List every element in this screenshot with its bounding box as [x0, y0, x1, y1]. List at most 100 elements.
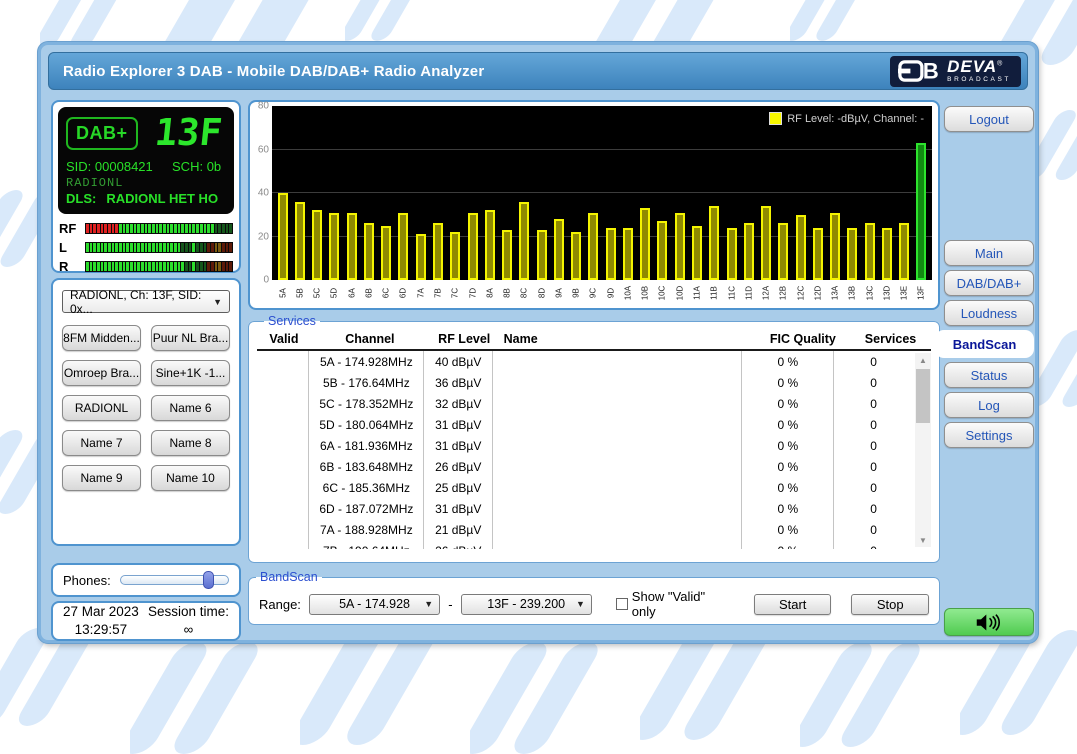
x-tick: 5C — [309, 280, 326, 306]
checkbox-box[interactable] — [616, 598, 628, 610]
meter-segment — [86, 224, 89, 233]
preset-button-1[interactable]: 8FM Midden... — [62, 325, 141, 351]
lcd-display: DAB+ 13F SID: 00008421 SCH: 0b RADIONL D… — [58, 107, 234, 214]
logout-button[interactable]: Logout — [944, 106, 1034, 132]
x-tick: 5A — [274, 280, 291, 306]
preset-button-3[interactable]: Omroep Bra... — [62, 360, 141, 386]
bar-slot — [516, 106, 533, 280]
show-valid-only-checkbox[interactable]: Show "Valid" only — [616, 589, 732, 619]
table-scrollbar[interactable]: ▲ ▼ — [915, 353, 931, 547]
cell-services: 0 — [834, 372, 913, 393]
deva-watermark-icon — [960, 630, 1077, 735]
service-row[interactable]: 6B - 183.648MHz26 dBµV0 %0 — [257, 456, 913, 477]
service-row[interactable]: 6D - 187.072MHz31 dBµV0 %0 — [257, 498, 913, 519]
scroll-up-icon[interactable]: ▲ — [915, 353, 931, 367]
phones-volume-slider[interactable] — [120, 575, 229, 585]
meter-segment — [178, 262, 181, 271]
session-time-value: ∞ — [148, 621, 229, 639]
meter-segment — [145, 262, 148, 271]
nav-log[interactable]: Log — [944, 392, 1034, 418]
meter-segment — [185, 224, 188, 233]
station-select[interactable]: RADIONL, Ch: 13F, SID: 0x... ▼ — [62, 290, 230, 313]
service-row[interactable]: 6C - 185.36MHz25 dBµV0 %0 — [257, 477, 913, 498]
bar-5B — [295, 202, 305, 280]
start-button[interactable]: Start — [754, 594, 832, 615]
bar-12B — [778, 223, 788, 280]
preset-button-4[interactable]: Sine+1K -1... — [151, 360, 230, 386]
x-tick-label: 9A — [554, 288, 563, 298]
audio-output-button[interactable] — [944, 608, 1034, 636]
preset-button-2[interactable]: Puur NL Bra... — [151, 325, 230, 351]
x-tick-label: 12D — [813, 286, 822, 301]
x-tick-label: 7C — [451, 288, 460, 298]
preset-button-6[interactable]: Name 6 — [151, 395, 230, 421]
x-tick-label: 9B — [572, 288, 581, 298]
nav-bandscan[interactable]: BandScan — [935, 330, 1034, 358]
bar-12D — [813, 228, 823, 280]
range-to-value: 13F - 239.200 — [487, 597, 565, 611]
meter-segment — [126, 224, 129, 233]
x-tick: 8B — [498, 280, 515, 306]
meter-segment — [108, 262, 111, 271]
meter-segment — [204, 243, 207, 252]
bar-5A — [278, 193, 288, 280]
cell-services: 0 — [834, 393, 913, 414]
meter-segment — [170, 262, 173, 271]
x-tick-label: 6B — [364, 288, 373, 298]
nav-settings[interactable]: Settings — [944, 422, 1034, 448]
datetime-panel: 27 Mar 2023 13:29:57 Session time: ∞ — [51, 601, 241, 641]
bar-slot — [568, 106, 585, 280]
session-time-label: Session time: — [148, 603, 229, 621]
x-tick: 9D — [602, 280, 619, 306]
range-from-select[interactable]: 5A - 174.928 ▼ — [309, 594, 440, 615]
cell-channel: 7B - 190.64MHz — [309, 540, 424, 549]
service-row[interactable]: 6A - 181.936MHz31 dBµV0 %0 — [257, 435, 913, 456]
preset-button-7[interactable]: Name 7 — [62, 430, 141, 456]
meter-segment — [174, 243, 177, 252]
service-row[interactable]: 5A - 174.928MHz40 dBµV0 %0 — [257, 351, 913, 372]
scrollbar-thumb[interactable] — [916, 369, 930, 423]
cell-rf-level: 40 dBµV — [424, 351, 493, 372]
preset-button-5[interactable]: RADIONL — [62, 395, 141, 421]
meter-segment — [189, 224, 192, 233]
x-tick: 6D — [395, 280, 412, 306]
nav-dab-dab[interactable]: DAB/DAB+ — [944, 270, 1034, 296]
meter-segment — [101, 262, 104, 271]
stop-button[interactable]: Stop — [851, 594, 929, 615]
bar-7A — [416, 234, 426, 280]
cell-name — [493, 477, 742, 498]
bar-9B — [571, 232, 581, 280]
service-row[interactable]: 7B - 190.64MHz26 dBµV0 %0 — [257, 540, 913, 549]
bar-13B — [847, 228, 857, 280]
cell-fic-quality: 0 % — [742, 372, 834, 393]
slider-thumb[interactable] — [203, 571, 214, 589]
service-row[interactable]: 5B - 176.64MHz36 dBµV0 %0 — [257, 372, 913, 393]
meter-segment — [181, 224, 184, 233]
service-row[interactable]: 5D - 180.064MHz31 dBµV0 %0 — [257, 414, 913, 435]
nav-main[interactable]: Main — [944, 240, 1034, 266]
preset-button-8[interactable]: Name 8 — [151, 430, 230, 456]
cell-valid — [257, 435, 309, 456]
x-tick: 12C — [792, 280, 809, 306]
preset-button-10[interactable]: Name 10 — [151, 465, 230, 491]
bar-slot — [861, 106, 878, 280]
scroll-down-icon[interactable]: ▼ — [915, 533, 931, 547]
cell-valid — [257, 351, 309, 372]
range-to-select[interactable]: 13F - 239.200 ▼ — [461, 594, 592, 615]
nav-loudness[interactable]: Loudness — [944, 300, 1034, 326]
bar-6B — [364, 223, 374, 280]
bar-slot — [291, 106, 308, 280]
preset-button-9[interactable]: Name 9 — [62, 465, 141, 491]
service-row[interactable]: 7A - 188.928MHz21 dBµV0 %0 — [257, 519, 913, 540]
meter-segment — [126, 243, 129, 252]
x-tick-label: 9C — [589, 288, 598, 298]
meter-segment — [218, 224, 221, 233]
bar-slot — [878, 106, 895, 280]
nav-status[interactable]: Status — [944, 362, 1034, 388]
speaker-volume-icon — [976, 614, 1003, 631]
cell-fic-quality: 0 % — [742, 414, 834, 435]
meter-segment — [115, 224, 118, 233]
cell-rf-level: 21 dBµV — [424, 519, 493, 540]
meter-segment — [126, 262, 129, 271]
service-row[interactable]: 5C - 178.352MHz32 dBµV0 %0 — [257, 393, 913, 414]
